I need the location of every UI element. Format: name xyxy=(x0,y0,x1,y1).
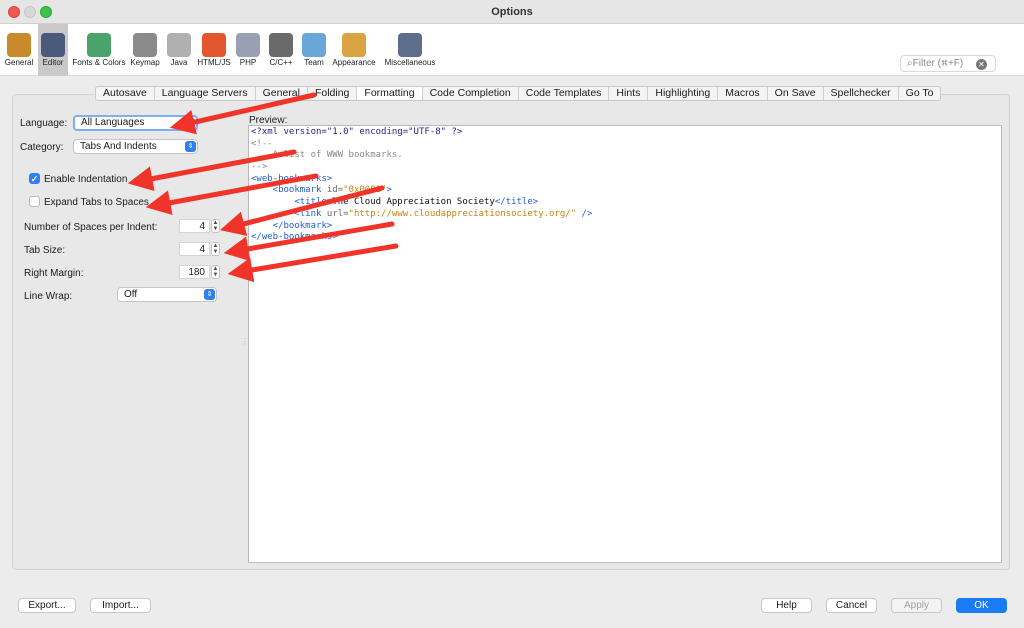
tab-spellchecker[interactable]: Spellchecker xyxy=(824,87,899,100)
tab-language-servers[interactable]: Language Servers xyxy=(155,87,256,100)
toolbar-item-label: C/C++ xyxy=(269,58,293,67)
toolbar-item-label: Fonts & Colors xyxy=(72,58,126,67)
toolbar-item-appearance[interactable]: Appearance xyxy=(330,24,378,76)
enable-indentation-checkbox[interactable]: ✓ xyxy=(29,173,40,184)
code-line: <link url="http://www.cloudappreciations… xyxy=(251,208,593,219)
expand-tabs-checkbox[interactable] xyxy=(29,196,40,207)
enable-indentation-label: Enable Indentation xyxy=(44,174,128,185)
html5-icon xyxy=(202,33,226,57)
toolbar-item-label: Java xyxy=(170,58,188,67)
window-title: Options xyxy=(491,6,533,18)
language-label: Language: xyxy=(20,118,68,129)
filter-input[interactable]: ⌕Filter (⌘+F) ✕ xyxy=(900,55,996,72)
code-line: A list of WWW bookmarks. xyxy=(251,150,403,161)
tab-size-input[interactable]: 4 xyxy=(179,242,210,256)
appearance-icon xyxy=(342,33,366,57)
spaces-per-indent-input[interactable]: 4 xyxy=(179,219,210,233)
code-line: </web-bookmarks> xyxy=(251,232,338,243)
toolbar-item-label: HTML/JS xyxy=(197,58,231,67)
code-line: </bookmark> xyxy=(251,220,333,231)
java-cup-icon xyxy=(167,33,191,57)
code-line: --> xyxy=(251,162,268,173)
toolbar-item-label: Keymap xyxy=(130,58,160,67)
help-button[interactable]: Help xyxy=(761,598,812,613)
tab-formatting[interactable]: Formatting xyxy=(357,87,423,100)
tab-general[interactable]: General xyxy=(256,87,308,100)
clear-filter-icon[interactable]: ✕ xyxy=(976,59,987,70)
keymap-icon xyxy=(133,33,157,57)
tab-folding[interactable]: Folding xyxy=(308,87,358,100)
toolbar-item-fonts-colors[interactable]: Fonts & Colors xyxy=(70,24,128,76)
toolbar-item-php[interactable]: PHP xyxy=(234,24,262,76)
toolbar-item-java[interactable]: Java xyxy=(164,24,194,76)
tab-code-templates[interactable]: Code Templates xyxy=(519,87,610,100)
tab-on-save[interactable]: On Save xyxy=(768,87,824,100)
toolbar-item-c-c-[interactable]: C/C++ xyxy=(264,24,298,76)
code-line: <!-- xyxy=(251,138,273,149)
code-line: <title>The Cloud Appreciation Society</t… xyxy=(251,197,539,208)
tab-highlighting[interactable]: Highlighting xyxy=(648,87,719,100)
chevron-updown-icon: ⇕ xyxy=(204,289,215,300)
export-button[interactable]: Export... xyxy=(18,598,76,613)
tab-go-to[interactable]: Go To xyxy=(899,87,941,100)
spaces-per-indent-label: Number of Spaces per Indent: xyxy=(24,222,158,233)
toolbar-item-miscellaneous[interactable]: Miscellaneous xyxy=(380,24,440,76)
tab-autosave[interactable]: Autosave xyxy=(96,87,155,100)
code-preview: <?xml version="1.0" encoding="UTF-8" ?> <… xyxy=(248,125,1002,563)
spaces-per-indent-stepper[interactable]: ▲ ▼ xyxy=(211,219,220,233)
ok-button[interactable]: OK xyxy=(956,598,1007,613)
cpp-icon xyxy=(269,33,293,57)
toolbar-item-editor[interactable]: Editor xyxy=(38,24,68,76)
tab-size-stepper[interactable]: ▲ ▼ xyxy=(211,242,220,256)
tab-macros[interactable]: Macros xyxy=(718,87,768,100)
import-button[interactable]: Import... xyxy=(90,598,151,613)
tab-code-completion[interactable]: Code Completion xyxy=(423,87,519,100)
toolbar-item-keymap[interactable]: Keymap xyxy=(128,24,162,76)
right-margin-label: Right Margin: xyxy=(24,268,84,279)
apply-button[interactable]: Apply xyxy=(891,598,942,613)
toolbar-item-label: Appearance xyxy=(332,58,376,67)
fonts-colors-icon xyxy=(87,33,111,57)
expand-tabs-label: Expand Tabs to Spaces xyxy=(44,197,149,208)
toolbar-item-general[interactable]: General xyxy=(4,24,34,76)
team-cubes-icon xyxy=(302,33,326,57)
title-bar: Options xyxy=(0,0,1024,24)
category-select[interactable]: Tabs And Indents ⇕ xyxy=(73,139,198,154)
line-wrap-select[interactable]: Off ⇕ xyxy=(117,287,217,302)
code-line: <web-bookmarks> xyxy=(251,173,333,184)
toolbar-item-label: Team xyxy=(304,58,324,67)
toolbar-item-html-js[interactable]: HTML/JS xyxy=(196,24,232,76)
cancel-button[interactable]: Cancel xyxy=(826,598,877,613)
chevron-updown-icon: ⇕ xyxy=(184,118,195,129)
tab-hints[interactable]: Hints xyxy=(609,87,649,100)
editor-pencil-icon xyxy=(41,33,65,57)
category-label: Category: xyxy=(20,142,64,153)
gear-wrench-icon xyxy=(7,33,31,57)
code-line: <?xml version="1.0" encoding="UTF-8" ?> xyxy=(251,127,463,137)
editor-tab-bar: Autosave Language Servers General Folding Fo… xyxy=(95,86,942,101)
options-toolbar: General Editor Fonts & Colors Keymap Java HTM… xyxy=(0,24,1024,76)
tab-size-label: Tab Size: xyxy=(24,245,66,256)
toolbar-item-label: Miscellaneous xyxy=(384,58,436,67)
line-wrap-label: Line Wrap: xyxy=(24,291,73,302)
toolbar-item-team[interactable]: Team xyxy=(300,24,328,76)
language-select[interactable]: All Languages ⇕ xyxy=(73,115,198,131)
toolbar-item-label: General xyxy=(4,58,34,67)
toolbar-item-label: Editor xyxy=(42,58,64,67)
miscellaneous-icon xyxy=(398,33,422,57)
chevron-updown-icon: ⇕ xyxy=(185,141,196,152)
right-margin-stepper[interactable]: ▲ ▼ xyxy=(211,265,220,279)
right-margin-input[interactable]: 180 xyxy=(179,265,210,279)
code-line: <bookmark id="0x0001"> xyxy=(251,185,392,196)
php-icon xyxy=(236,33,260,57)
toolbar-item-label: PHP xyxy=(239,58,257,67)
